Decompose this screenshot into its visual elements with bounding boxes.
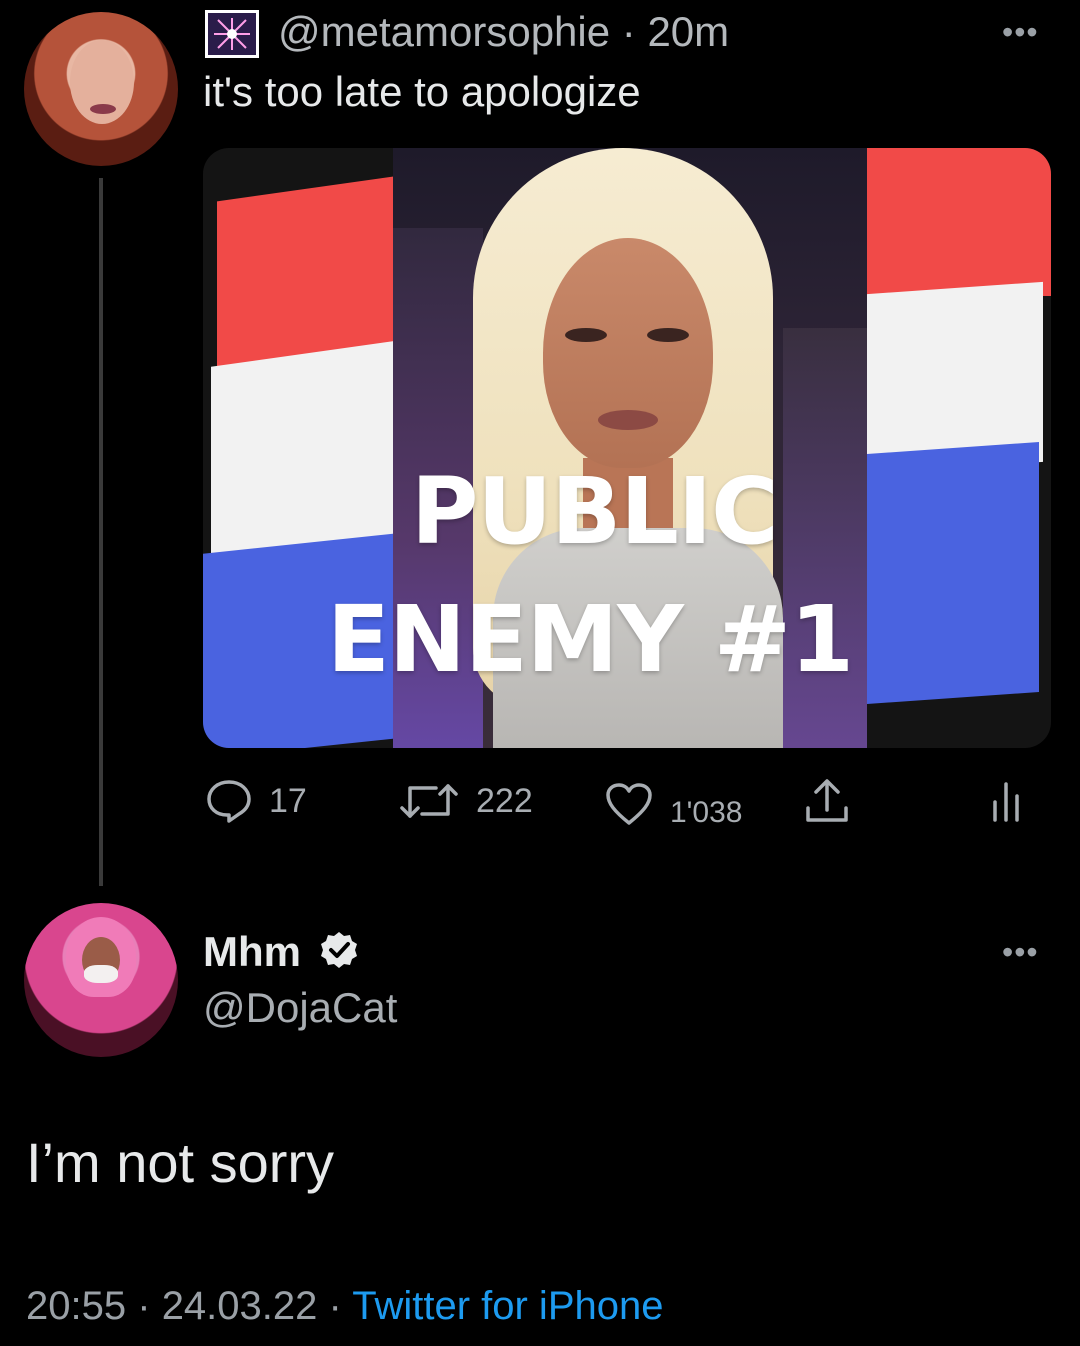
- eye-left: [565, 328, 607, 342]
- tweet-meta: 20:55 · 24.03.22 · Twitter for iPhone: [26, 1284, 663, 1329]
- headline-line-1: PUBLIC: [411, 458, 779, 565]
- header-separator: ·: [621, 8, 636, 55]
- tweet-media-image[interactable]: PUBLIC ENEMY #1: [203, 148, 1051, 748]
- headline-line-2: ENEMY #1: [327, 586, 854, 693]
- more-icon[interactable]: •••: [1002, 934, 1039, 971]
- meta-separator: ·: [328, 1284, 342, 1328]
- avatar-lips: [90, 104, 116, 114]
- retweet-icon: [400, 784, 458, 818]
- author-handle[interactable]: @DojaCat: [203, 984, 397, 1032]
- analytics-button[interactable]: [990, 780, 1042, 824]
- avatar-mask: [84, 965, 118, 983]
- tweet-date: 24.03.22: [161, 1284, 318, 1328]
- reply-button[interactable]: 17: [205, 778, 307, 824]
- tweet-time[interactable]: 20m: [647, 8, 729, 55]
- lips: [598, 410, 658, 430]
- author-name-row: Mhm: [203, 928, 359, 976]
- flag-stripe-white-left: [211, 339, 407, 567]
- profile-badge-icon: [205, 10, 259, 58]
- author-handle[interactable]: @metamorsophie: [278, 8, 610, 55]
- client-link[interactable]: Twitter for iPhone: [352, 1284, 663, 1328]
- flag-stripe-red-right: [867, 148, 1051, 296]
- avatar-dojacat[interactable]: [24, 903, 178, 1057]
- eye-right: [647, 328, 689, 342]
- tweet-header: @metamorsophie · 20m: [278, 8, 729, 56]
- thread-connector-line: [99, 178, 103, 886]
- share-icon: [806, 779, 848, 822]
- flag-stripe-blue-right: [867, 441, 1039, 705]
- share-button[interactable]: [802, 776, 868, 826]
- avatar-metamorsophie[interactable]: [24, 12, 178, 166]
- tweet-text: it's too late to apologize: [203, 68, 641, 115]
- more-icon[interactable]: •••: [1002, 14, 1039, 51]
- analytics-icon: [993, 782, 1019, 822]
- like-count: 1'038: [670, 796, 743, 829]
- display-name[interactable]: Mhm: [203, 928, 301, 975]
- reply-count: 17: [269, 781, 307, 820]
- like-button[interactable]: 1'038: [604, 778, 742, 830]
- reply-icon: [207, 780, 251, 823]
- like-icon: [606, 783, 652, 825]
- tweet-text: I’m not sorry: [26, 1131, 335, 1194]
- retweet-count: 222: [476, 781, 533, 820]
- verified-badge-icon: [320, 932, 357, 968]
- face: [543, 238, 713, 468]
- retweet-button[interactable]: 222: [398, 778, 533, 824]
- meta-separator: ·: [137, 1284, 151, 1328]
- tweet-time: 20:55: [26, 1284, 127, 1328]
